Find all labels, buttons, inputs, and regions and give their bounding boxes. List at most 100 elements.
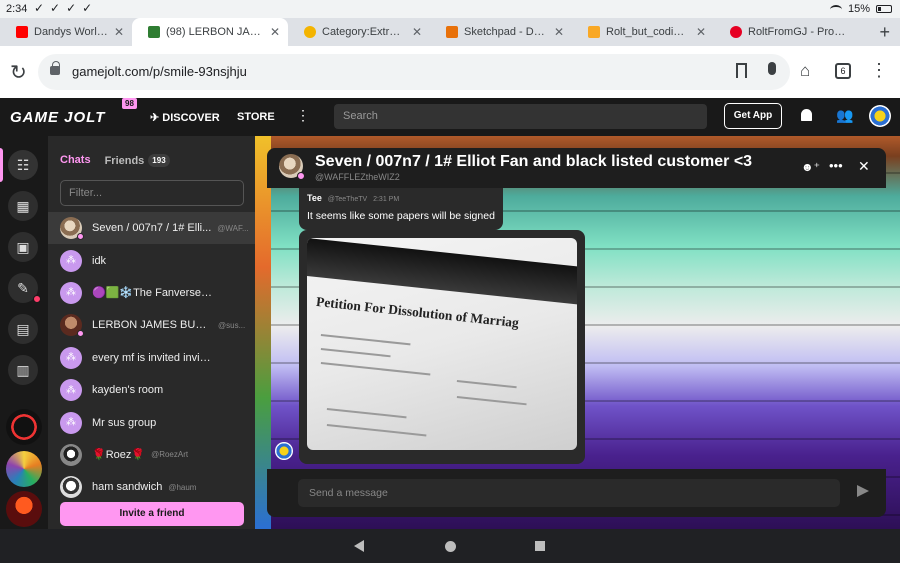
chat-list-item[interactable]: ⁂ kayden's room bbox=[48, 374, 255, 406]
more-vertical-icon[interactable]: ⋮ bbox=[296, 107, 310, 124]
store-rail-button[interactable]: ▦ bbox=[8, 191, 38, 221]
tab-chats[interactable]: Chats bbox=[60, 154, 91, 167]
image-text-line bbox=[320, 362, 431, 376]
status-right-group: 15% bbox=[829, 3, 892, 15]
inbox-icon: ▤ bbox=[16, 320, 30, 337]
add-member-icon[interactable]: ☻⁺ bbox=[801, 160, 820, 174]
pen-icon: ✎ bbox=[17, 279, 29, 296]
browser-tab-4[interactable]: Sketchpad - Draw, Cre ✕ bbox=[430, 18, 572, 46]
tab-close-icon[interactable]: ✕ bbox=[412, 25, 422, 39]
library-rail-button[interactable]: ▥ bbox=[8, 355, 38, 385]
chat-name: kayden's room bbox=[92, 384, 164, 397]
chat-filter-input[interactable]: Filter... bbox=[60, 180, 244, 206]
chat-handle: @WAF... bbox=[217, 223, 249, 233]
image-text-line bbox=[326, 424, 427, 437]
bag-rail-button[interactable]: ▣ bbox=[8, 232, 38, 262]
chat-header: Seven / 007n7 / 1# Elliot Fan and black … bbox=[267, 148, 886, 188]
browser-tab-5[interactable]: Rolt_but_coding on Sc ✕ bbox=[572, 18, 714, 46]
mic-icon[interactable] bbox=[768, 62, 776, 75]
chat-name: LERBON JAMES BUNN... bbox=[92, 319, 212, 332]
chat-list-item[interactable]: ham sandwich @haum bbox=[48, 471, 255, 503]
close-icon[interactable]: ✕ bbox=[858, 158, 870, 175]
wifi-icon bbox=[829, 4, 842, 14]
tab-close-icon[interactable]: ✕ bbox=[114, 25, 124, 39]
tab-close-icon[interactable]: ✕ bbox=[554, 25, 564, 39]
community-avatar-2[interactable] bbox=[6, 451, 42, 487]
kebab-menu-icon[interactable]: ⋮ bbox=[870, 60, 888, 81]
message-area[interactable]: Tee @TeeTheTV 2:31 PM It seems like some… bbox=[267, 188, 886, 469]
chat-title[interactable]: Seven / 007n7 / 1# Elliot Fan and black … bbox=[315, 153, 752, 171]
image-dark-area bbox=[307, 238, 577, 305]
chat-handle: @haum bbox=[168, 482, 197, 492]
invite-friend-button[interactable]: Invite a friend bbox=[60, 502, 244, 526]
chat-handle: @WAFFLEZtheWIZ2 bbox=[315, 172, 400, 182]
chat-list-item[interactable]: ⁂ 🟣🟩❄️The Fanverse Univers... bbox=[48, 277, 255, 309]
browser-tab-3[interactable]: Category:Extraction Ti ✕ bbox=[288, 18, 430, 46]
inbox-rail-button[interactable]: ▤ bbox=[8, 314, 38, 344]
reload-icon[interactable]: ↻ bbox=[10, 60, 27, 85]
chat-name: 🟣🟩❄️The Fanverse Univers... bbox=[92, 287, 212, 300]
chat-icon: ☷ bbox=[16, 156, 30, 173]
chat-list-item[interactable]: 🌹Roez🌹 @RoezArt bbox=[48, 439, 255, 471]
recents-square-icon[interactable] bbox=[535, 541, 545, 551]
library-icon: ▥ bbox=[16, 361, 30, 378]
more-horizontal-icon[interactable]: ••• bbox=[829, 158, 843, 173]
community-avatar-3[interactable] bbox=[6, 491, 42, 527]
avatar bbox=[60, 443, 82, 466]
url-text[interactable]: gamejolt.com/p/smile-93nsjhju bbox=[72, 64, 247, 79]
chat-handle: @sus... bbox=[218, 320, 246, 330]
browser-tab-6[interactable]: RoltFromGJ - Profile | bbox=[714, 18, 856, 46]
send-icon[interactable] bbox=[857, 485, 869, 497]
browser-tab-strip: Dandys World Stereot ✕ (98) LERBON JAMES… bbox=[0, 18, 900, 46]
chat-header-avatar[interactable] bbox=[279, 154, 305, 180]
scratch-favicon-icon bbox=[588, 26, 600, 38]
message-sender-avatar[interactable] bbox=[275, 442, 293, 460]
lock-icon[interactable] bbox=[50, 61, 60, 75]
browser-tab-2-active[interactable]: (98) LERBON JAMES B ✕ bbox=[132, 18, 288, 46]
new-tab-plus-icon[interactable]: + bbox=[879, 22, 890, 43]
community-avatar-1[interactable] bbox=[6, 409, 42, 445]
tab-close-icon[interactable]: ✕ bbox=[696, 25, 706, 39]
message-author-handle: @TeeTheTV bbox=[327, 196, 368, 203]
site-search-input[interactable]: Search bbox=[334, 104, 707, 129]
message-text: It seems like some papers will be signed bbox=[307, 210, 495, 222]
pinterest-favicon-icon bbox=[730, 26, 742, 38]
discover-link[interactable]: ✈ DISCOVER bbox=[150, 111, 220, 124]
chat-list-item[interactable]: Seven / 007n7 / 1# Elli... @WAF... bbox=[48, 212, 255, 245]
left-rail: ☷ ▦ ▣ ✎ ▤ ▥ bbox=[0, 136, 48, 529]
image-message-bubble: Petition For Dissolution of Marriag bbox=[299, 230, 585, 464]
chat-rail-button[interactable]: ☷ bbox=[8, 150, 38, 180]
friends-icon[interactable]: 👥 bbox=[836, 107, 853, 124]
image-document-title: Petition For Dissolution of Marriag bbox=[315, 294, 520, 331]
bookmark-icon[interactable] bbox=[736, 63, 747, 78]
user-avatar[interactable] bbox=[869, 105, 891, 127]
store-link[interactable]: STORE bbox=[237, 111, 275, 123]
gamejolt-logo[interactable]: GAME JOLT bbox=[10, 109, 105, 126]
message-author[interactable]: Tee bbox=[307, 193, 322, 203]
chat-list-item[interactable]: ⁂ every mf is invited invite peopl... bbox=[48, 342, 255, 374]
message-image[interactable]: Petition For Dissolution of Marriag bbox=[307, 238, 577, 450]
back-icon[interactable] bbox=[354, 540, 364, 552]
chats-panel: Chats Friends 193 Filter... Seven / 007n… bbox=[48, 136, 255, 529]
tab-switcher-button[interactable]: 6 bbox=[835, 63, 851, 79]
browser-tab-1[interactable]: Dandys World Stereot ✕ bbox=[0, 18, 132, 46]
chats-tabs: Chats Friends 193 bbox=[60, 154, 170, 167]
address-bar[interactable]: gamejolt.com/p/smile-93nsjhju bbox=[38, 54, 790, 90]
chat-list-item[interactable]: LERBON JAMES BUNN... @sus... bbox=[48, 309, 255, 341]
get-app-button[interactable]: Get App bbox=[724, 103, 782, 129]
discover-label: DISCOVER bbox=[162, 112, 220, 124]
home-icon[interactable]: ⌂ bbox=[800, 61, 810, 81]
bell-icon[interactable] bbox=[801, 109, 812, 121]
browser-tab-title: Sketchpad - Draw, Cre bbox=[464, 26, 548, 38]
android-status-bar: 2:34 ✓✓✓✓ 15% bbox=[0, 0, 900, 18]
message-input[interactable]: Send a message bbox=[298, 479, 840, 507]
home-circle-icon[interactable] bbox=[445, 541, 456, 552]
chat-list-item[interactable]: ⁂ Mr sus group bbox=[48, 406, 255, 438]
chat-name: ham sandwich bbox=[92, 481, 163, 494]
tab-close-icon[interactable]: ✕ bbox=[270, 25, 280, 39]
chat-name: every mf is invited invite peopl... bbox=[92, 351, 212, 364]
browser-tab-title: RoltFromGJ - Profile | bbox=[748, 26, 848, 38]
tab-friends[interactable]: Friends 193 bbox=[105, 154, 170, 167]
chat-list-item[interactable]: ⁂ idk bbox=[48, 244, 255, 276]
group-chat-icon: ⁂ bbox=[60, 379, 82, 402]
